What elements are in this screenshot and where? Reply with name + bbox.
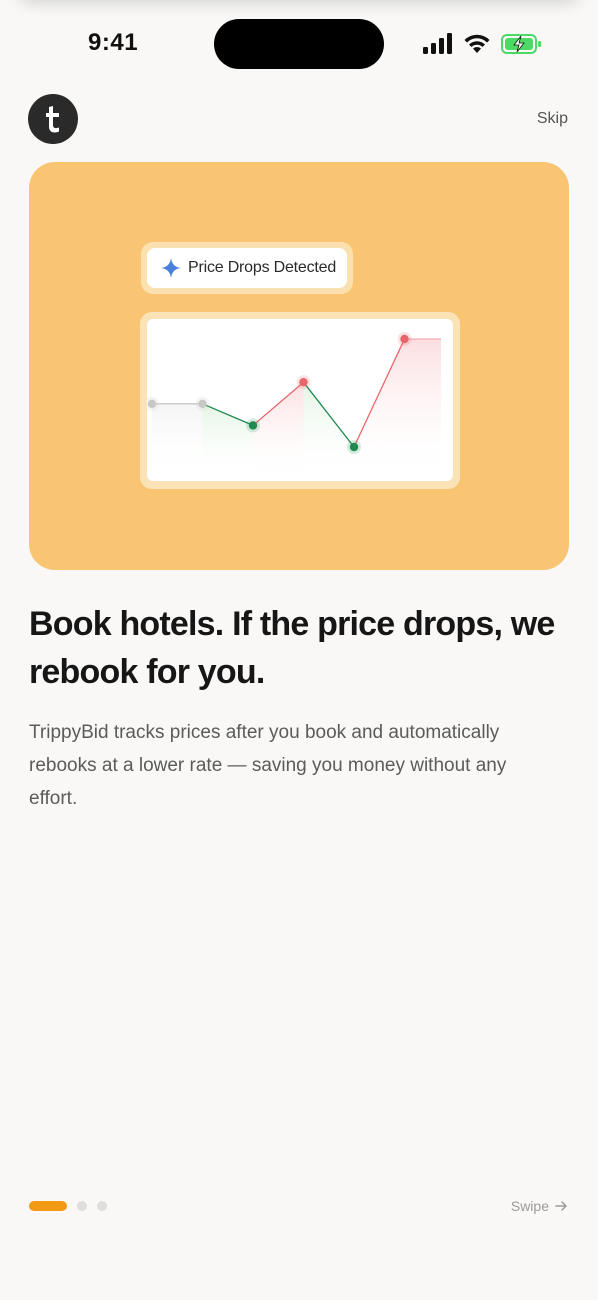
price-chart-svg bbox=[147, 332, 441, 481]
swipe-label: Swipe bbox=[510, 1198, 549, 1214]
page-dot-active[interactable] bbox=[29, 1201, 67, 1211]
chart-point bbox=[248, 421, 258, 430]
battery-charging-icon bbox=[501, 34, 541, 54]
chart-area-segment bbox=[354, 339, 405, 481]
wifi-icon bbox=[464, 34, 490, 53]
chart-point bbox=[147, 399, 157, 408]
page-dot-2[interactable] bbox=[77, 1201, 87, 1211]
chart-point bbox=[299, 378, 308, 387]
signal-icon bbox=[423, 33, 452, 54]
price-drop-badge: Price Drops Detected bbox=[141, 242, 353, 294]
chart-area-segment bbox=[303, 382, 354, 481]
sparkle-icon bbox=[161, 258, 181, 278]
status-time: 9:41 bbox=[88, 29, 139, 56]
swipe-hint[interactable]: Swipe bbox=[511, 1198, 568, 1214]
arrow-right-icon bbox=[555, 1201, 567, 1211]
dynamic-island bbox=[214, 19, 384, 69]
badge-label: Price Drops Detected bbox=[188, 259, 337, 276]
price-chart bbox=[147, 319, 453, 481]
onboarding-headline: Book hotels. If the price drops, we rebo… bbox=[29, 605, 555, 691]
skip-button[interactable]: Skip bbox=[537, 110, 568, 128]
chart-area-tail bbox=[404, 339, 441, 481]
chart-area-segment bbox=[253, 382, 304, 481]
onboarding-description: TrippyBid tracks prices after you book a… bbox=[29, 722, 507, 809]
hero-illustration-card: Price Drops Detected bbox=[29, 162, 569, 570]
chart-point bbox=[400, 334, 409, 344]
page-dot-3[interactable] bbox=[97, 1201, 107, 1211]
chart-point bbox=[349, 442, 359, 452]
chart-area-segment bbox=[202, 403, 253, 481]
status-bar: 9:41 bbox=[0, 0, 598, 90]
app-logo bbox=[28, 94, 78, 144]
price-drop-badge-inner: Price Drops Detected bbox=[147, 248, 347, 288]
chart-point bbox=[198, 399, 207, 408]
chart-area-segment bbox=[152, 403, 203, 481]
logo-t-mark bbox=[46, 106, 59, 133]
price-chart-frame bbox=[140, 312, 460, 489]
